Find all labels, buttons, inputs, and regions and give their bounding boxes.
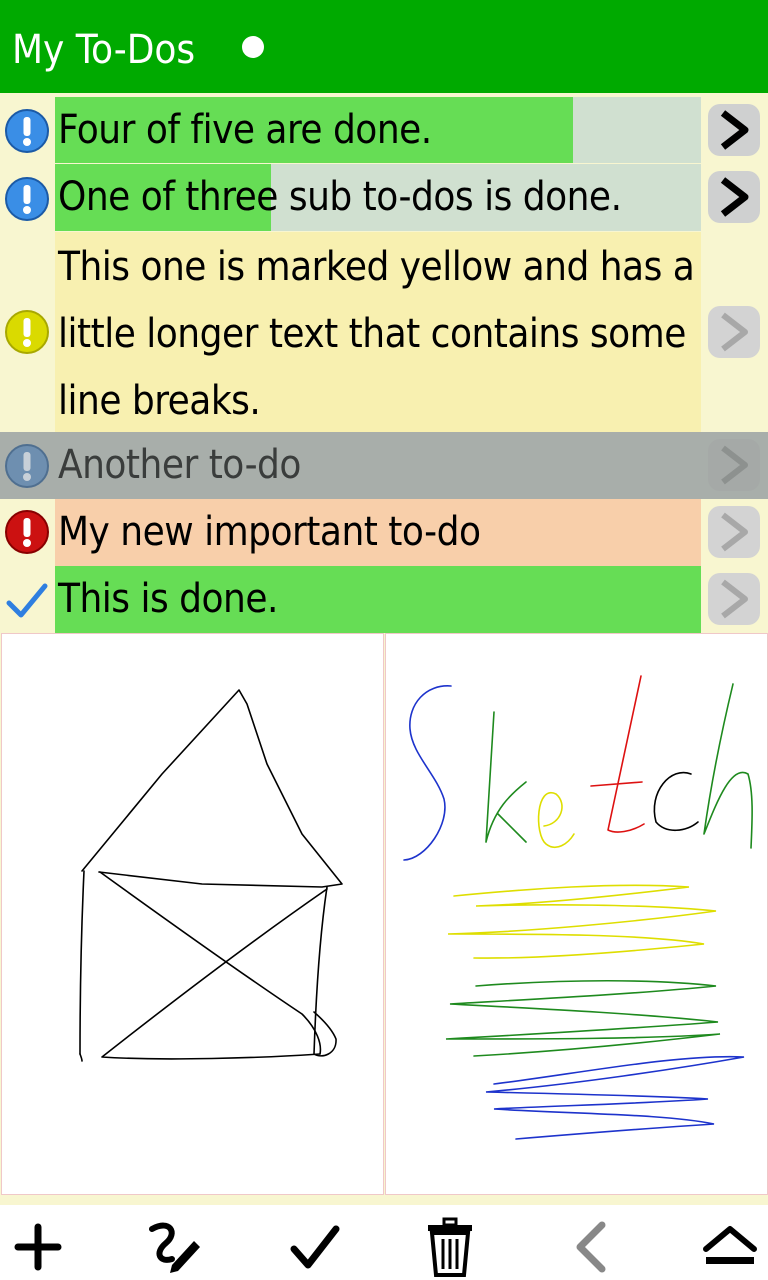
app-header: My To-Dos xyxy=(0,0,768,93)
todo-text: This is done. xyxy=(58,576,278,622)
bottom-toolbar xyxy=(0,1205,768,1280)
chevron-right-icon[interactable] xyxy=(707,103,761,157)
sketch-text[interactable] xyxy=(385,633,768,1195)
house-drawing-icon xyxy=(79,689,343,1062)
todo-row[interactable]: Four of five are done. xyxy=(0,97,768,163)
checkmark-icon xyxy=(6,583,48,618)
add-icon[interactable] xyxy=(6,1215,70,1279)
todo-row[interactable]: One of three sub to-dos is done. xyxy=(0,164,768,231)
info-blue-icon xyxy=(5,177,49,221)
todo-text: Another to-do xyxy=(58,442,301,488)
back-icon[interactable] xyxy=(558,1215,622,1279)
chevron-right-icon[interactable] xyxy=(707,438,761,492)
chevron-right-icon[interactable] xyxy=(707,170,761,224)
todo-text: Four of five are done. xyxy=(58,107,432,153)
sketch-house[interactable] xyxy=(1,633,384,1195)
todo-row[interactable]: My new important to-do xyxy=(0,499,768,566)
info-yellow-icon xyxy=(5,310,49,354)
chevron-right-icon[interactable] xyxy=(707,505,761,559)
todo-row[interactable]: Another to-do xyxy=(0,432,768,499)
status-dot-icon xyxy=(242,36,264,58)
sketch-icon[interactable] xyxy=(142,1215,206,1279)
app-title: My To-Dos xyxy=(12,27,196,73)
todo-text: One of three sub to-dos is done. xyxy=(58,174,622,220)
checkmark-icon[interactable] xyxy=(282,1215,346,1279)
todo-text: This one is marked yellow and has a litt… xyxy=(58,244,695,424)
info-blue-icon xyxy=(5,444,49,488)
info-blue-icon xyxy=(5,109,49,153)
sketch-word-drawing-icon xyxy=(403,675,753,1140)
trash-icon[interactable] xyxy=(418,1215,482,1279)
chevron-right-icon[interactable] xyxy=(707,572,761,626)
eject-icon[interactable] xyxy=(698,1215,762,1279)
important-red-icon xyxy=(5,510,49,554)
todo-row[interactable]: This is done. xyxy=(0,566,768,633)
todo-row[interactable]: This one is marked yellow and has a litt… xyxy=(0,232,768,432)
chevron-right-icon[interactable] xyxy=(707,305,761,359)
todo-text: My new important to-do xyxy=(58,509,481,555)
